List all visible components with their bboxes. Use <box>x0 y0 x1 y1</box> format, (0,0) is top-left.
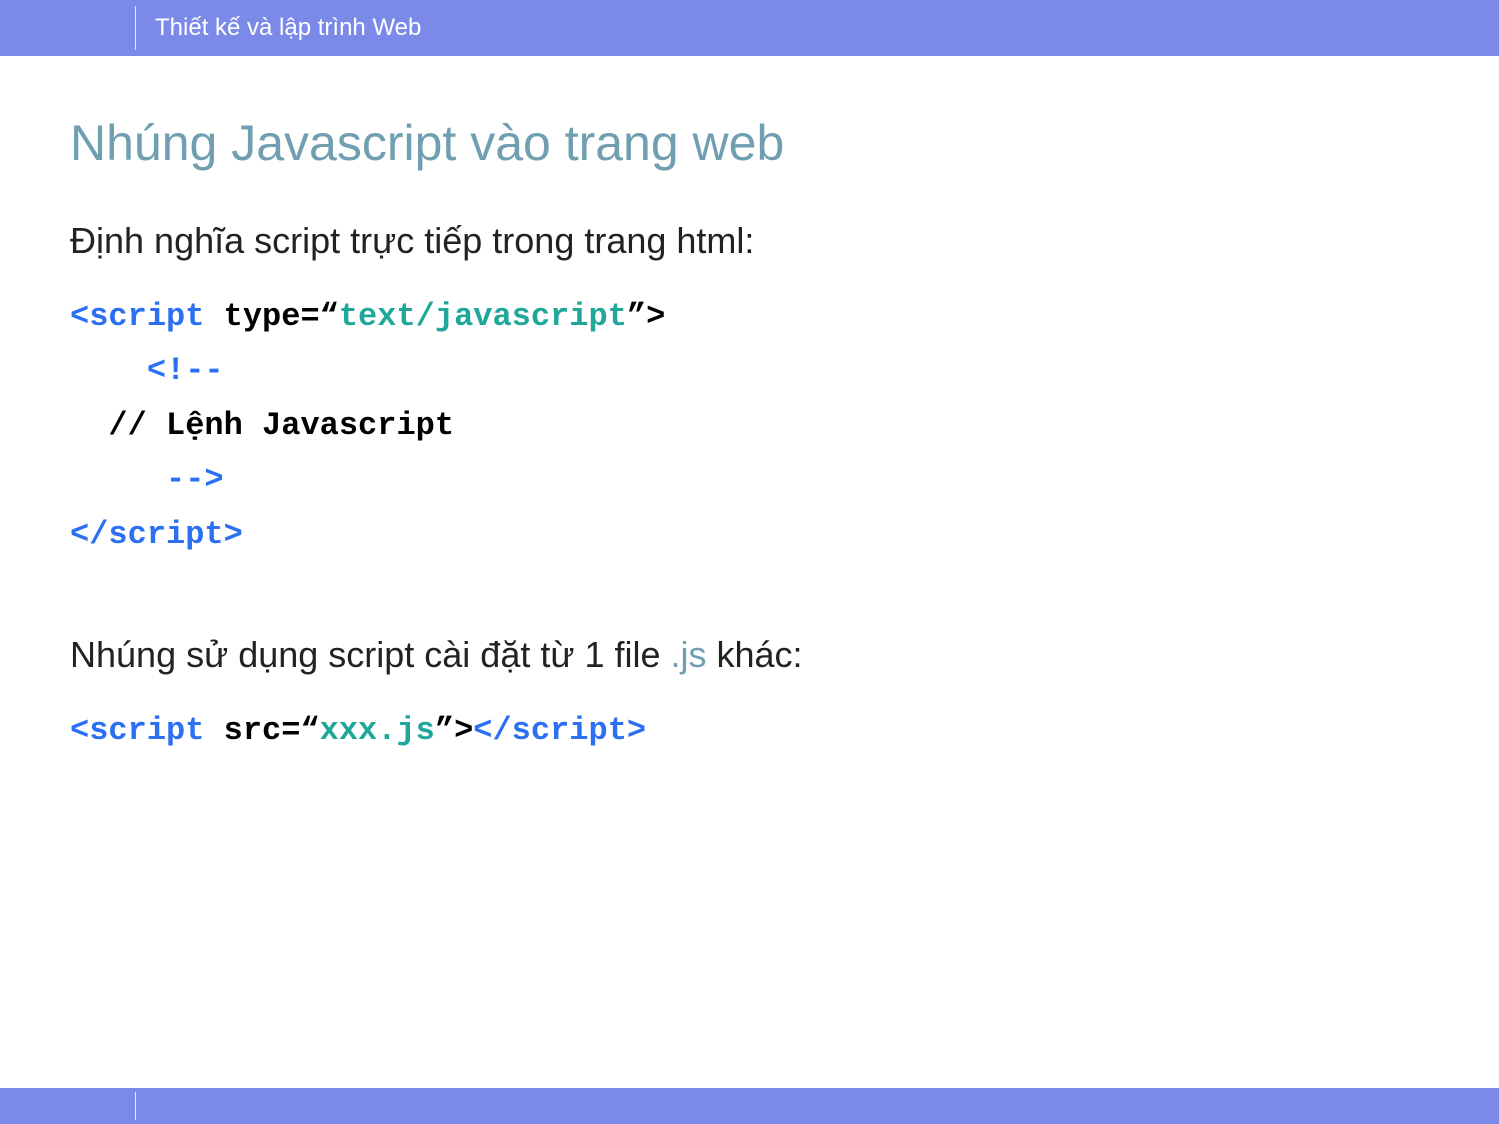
section1-heading: Định nghĩa script trực tiếp trong trang … <box>70 220 1429 262</box>
section2-heading: Nhúng sử dụng script cài đặt từ 1 file .… <box>70 634 1429 676</box>
code-attr: src=“ <box>224 712 320 749</box>
code-attr-close: ”> <box>627 298 665 335</box>
header-bar: Thiết kế và lập trình Web <box>0 0 1499 56</box>
slide-title: Nhúng Javascript vào trang web <box>70 114 1429 172</box>
footer-bar <box>0 1088 1499 1124</box>
code-block-2: <script src=“xxx.js”></script> <box>70 704 1429 758</box>
heading-js-ext: .js <box>671 634 707 675</box>
code-line: </script> <box>70 508 1429 562</box>
slide-content: Nhúng Javascript vào trang web Định nghĩ… <box>0 56 1499 758</box>
code-line: <script src=“xxx.js”></script> <box>70 704 1429 758</box>
code-line: // Lệnh Javascript <box>70 399 1429 453</box>
code-tag-close: </script> <box>473 712 646 749</box>
code-string: text/javascript <box>339 298 627 335</box>
heading-text: khác: <box>707 634 803 675</box>
code-attr-close: ”> <box>435 712 473 749</box>
code-block-1: <script type=“text/javascript”> <!-- // … <box>70 290 1429 562</box>
header-divider <box>135 6 136 50</box>
code-tag: <script <box>70 712 224 749</box>
code-string: xxx.js <box>320 712 435 749</box>
footer-divider <box>135 1092 136 1120</box>
code-line: --> <box>70 453 1429 507</box>
code-line: <!-- <box>70 344 1429 398</box>
code-line: <script type=“text/javascript”> <box>70 290 1429 344</box>
code-tag: <script <box>70 298 224 335</box>
code-attr: type=“ <box>224 298 339 335</box>
course-name: Thiết kế và lập trình Web <box>155 14 421 42</box>
heading-text: Nhúng sử dụng script cài đặt từ 1 file <box>70 634 671 675</box>
